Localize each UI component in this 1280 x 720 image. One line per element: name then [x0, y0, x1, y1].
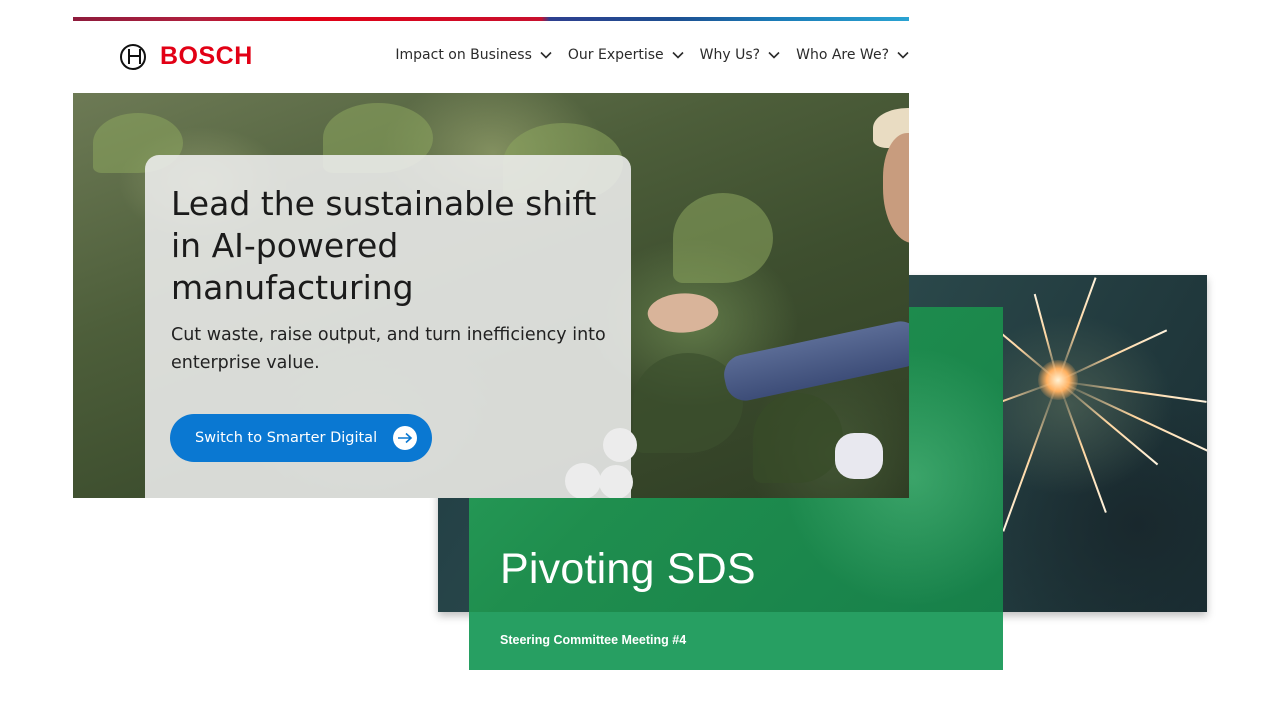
hero-banner: Lead the sustainable shift in AI-powered… — [73, 93, 909, 498]
slide-subtitle-band: Steering Committee Meeting #4 — [469, 612, 1003, 670]
chevron-down-icon — [768, 51, 780, 59]
nav-item-label: Our Expertise — [567, 47, 664, 63]
nav-item-label: Impact on Business — [395, 47, 532, 63]
nav-item-our-expertise[interactable]: Our Expertise — [568, 47, 684, 63]
decorative-bubble — [599, 465, 633, 498]
bosch-armature-icon — [120, 43, 146, 70]
nav-item-why-us[interactable]: Why Us? — [700, 47, 780, 63]
person-head — [883, 133, 909, 243]
hero-subtitle: Cut waste, raise output, and turn ineffi… — [171, 325, 606, 373]
slide-subtitle: Steering Committee Meeting #4 — [500, 633, 687, 647]
nav-item-label: Why Us? — [699, 47, 761, 63]
switch-to-smarter-digital-button[interactable]: Switch to Smarter Digital — [170, 414, 432, 462]
hero-title: Lead the sustainable shift in AI-powered… — [171, 184, 597, 307]
cta-label: Switch to Smarter Digital — [195, 430, 378, 446]
person-arm — [720, 317, 909, 405]
nav-item-impact-on-business[interactable]: Impact on Business — [395, 47, 552, 63]
person-glove — [835, 433, 883, 479]
main-nav: Impact on Business Our Expertise Why Us?… — [395, 47, 909, 63]
hero-card: Lead the sustainable shift in AI-powered… — [145, 155, 631, 498]
foliage — [753, 393, 843, 483]
decorative-bubble — [603, 428, 637, 462]
arrow-right-icon — [393, 426, 417, 450]
person-hand — [645, 287, 721, 339]
decorative-bubble — [565, 463, 601, 498]
site-header: BOSCH Impact on Business Our Expertise W… — [73, 21, 909, 93]
spark-streak — [1002, 380, 1059, 532]
brand-name: BOSCH — [160, 42, 253, 70]
foliage — [673, 193, 773, 283]
chevron-down-icon — [540, 51, 552, 59]
nav-item-who-are-we[interactable]: Who Are We? — [796, 47, 909, 63]
slide-title: Pivoting SDS — [500, 545, 756, 593]
chevron-down-icon — [672, 51, 684, 59]
bosch-logo[interactable]: BOSCH — [120, 42, 253, 71]
chevron-down-icon — [897, 51, 909, 59]
nav-item-label: Who Are We? — [796, 47, 889, 63]
